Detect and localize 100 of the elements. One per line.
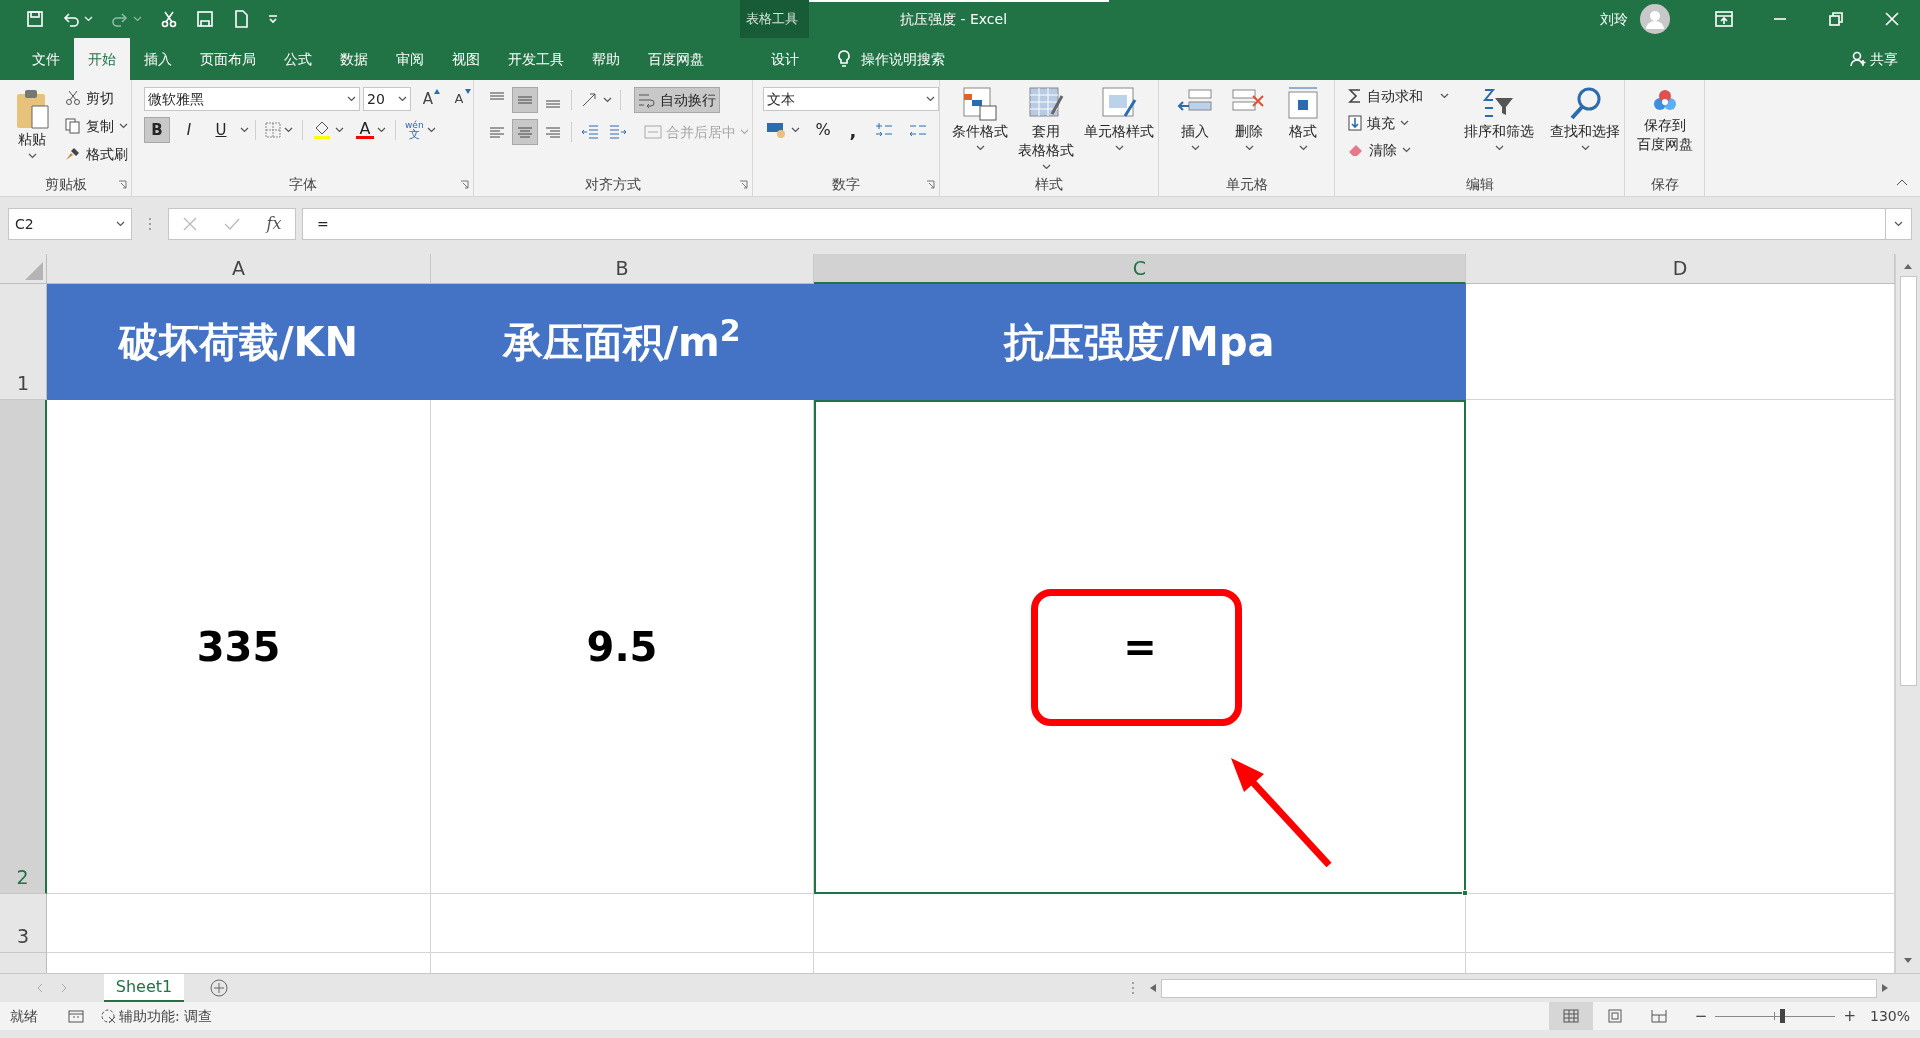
wrap-icon (638, 92, 656, 108)
borders-icon (265, 122, 281, 138)
caret-icon (1041, 164, 1051, 170)
clear-button[interactable]: 清除 (1345, 138, 1452, 162)
format-as-table-button[interactable]: 套用 表格格式 (1014, 80, 1078, 171)
ribbon-tab[interactable]: 开发工具 (494, 38, 578, 80)
ribbon-tab[interactable]: 文件 (18, 38, 74, 80)
user-name: 刘玲 (1600, 9, 1628, 29)
ribbon-tab[interactable]: 插入 (130, 38, 186, 80)
close-icon (1885, 12, 1899, 26)
copy-icon (65, 118, 81, 134)
autosum-button[interactable]: 自动求和 (1345, 84, 1452, 108)
row-header[interactable]: 2 (0, 400, 47, 894)
avatar-icon[interactable] (1640, 4, 1670, 34)
ribbon-tab[interactable]: 数据 (326, 38, 382, 80)
align-lines-icon (490, 126, 504, 138)
format-painter-button[interactable]: 格式刷 (62, 142, 131, 166)
ribbon-tab[interactable]: 审阅 (382, 38, 438, 80)
caret-icon (119, 123, 128, 129)
ribbon-tab[interactable]: 公式 (270, 38, 326, 80)
cut-button[interactable]: 剪切 (62, 86, 131, 110)
scroll-down-icon (1903, 957, 1913, 965)
ribbon-tab[interactable]: 开始 (74, 38, 130, 80)
sort-filter-button[interactable]: 排序和筛选 (1460, 80, 1538, 171)
ribbon-tab[interactable]: 百度网盘 (634, 38, 718, 80)
dialog-launcher-icon (739, 180, 748, 189)
font-name-dropdown[interactable]: 微软雅黑 (144, 87, 360, 111)
caret-icon (1494, 145, 1504, 151)
empty-cell[interactable] (814, 894, 1466, 953)
align-lines-icon (546, 126, 560, 138)
comma-button[interactable]: , (843, 117, 863, 143)
conditional-format-button[interactable]: 条件格式 (948, 80, 1012, 171)
group-label: 单元格 (1225, 174, 1268, 194)
vertical-align-button[interactable] (512, 87, 538, 113)
horizontal-align-button[interactable] (512, 119, 538, 145)
normal-view-icon (1562, 1009, 1579, 1023)
horizontal-scrollbar-thumb[interactable] (1161, 978, 1877, 998)
caret-icon (1440, 93, 1449, 99)
page-layout-icon (1606, 1009, 1623, 1023)
underline-button[interactable]: U (208, 117, 234, 143)
column-header[interactable]: D (1466, 254, 1895, 284)
ribbon-tab[interactable]: 页面布局 (186, 38, 270, 80)
header-cell-text: 破坏荷载/KN (118, 317, 359, 367)
zoom-out-button[interactable]: − (1694, 1004, 1708, 1028)
scroll-up-icon (1903, 262, 1913, 270)
collapse-ribbon-icon (1896, 178, 1908, 186)
row-header[interactable] (0, 953, 47, 973)
font-color-button[interactable]: A (353, 117, 389, 143)
find-select-button[interactable]: 查找和选择 (1546, 80, 1624, 171)
zoom-in-button[interactable]: + (1843, 1004, 1856, 1028)
empty-cell[interactable] (431, 894, 814, 953)
group-label: 样式 (1035, 174, 1063, 194)
ribbon-tab[interactable]: 帮助 (578, 38, 634, 80)
checkmark-icon (223, 217, 240, 231)
insert-cells-button[interactable]: 插入 (1173, 80, 1217, 171)
paste-button[interactable]: 粘贴 (10, 82, 54, 171)
share-person-icon (1850, 51, 1866, 67)
tell-me-search[interactable]: 操作说明搜索 (861, 48, 945, 70)
header-cell-text: 承压面积/m$^{2}$ (503, 311, 741, 367)
decrease-font-size-button[interactable]: A (445, 87, 473, 111)
vertical-scrollbar-thumb[interactable] (1899, 276, 1917, 686)
formula-input[interactable]: = (302, 208, 1886, 240)
caret-icon (1580, 145, 1590, 151)
save-to-cloud-button[interactable]: 保存到 百度网盘 (1632, 80, 1697, 171)
phonetic-guide-button[interactable]: wén 文 (402, 117, 439, 143)
number-format-dropdown[interactable]: 文本 (763, 87, 939, 111)
row-header[interactable]: 1 (0, 284, 47, 400)
caret-icon (603, 97, 612, 103)
caret-icon (791, 127, 800, 133)
bold-button[interactable]: B (144, 117, 170, 143)
delete-cells-button[interactable]: 删除 (1227, 80, 1271, 171)
insert-function-button[interactable]: fx (266, 212, 282, 236)
caret-icon (240, 127, 249, 133)
caret-icon (398, 96, 407, 102)
add-sheet-icon (209, 978, 229, 998)
increase-font-size-button[interactable]: A (414, 87, 442, 111)
share-button[interactable]: 共享 (1870, 48, 1898, 70)
cell-styles-button[interactable]: 单元格样式 (1080, 80, 1158, 171)
triangle-down-icon (465, 89, 471, 94)
column-header[interactable]: C (814, 254, 1466, 284)
fill-button[interactable]: 填充 (1345, 111, 1452, 135)
format-cells-button[interactable]: 格式 (1281, 80, 1325, 171)
row-header[interactable]: 3 (0, 894, 47, 953)
macro-record-icon (68, 1009, 84, 1023)
sheet-tab[interactable]: Sheet1 (104, 974, 184, 1002)
accessibility-status-button[interactable]: 辅助功能: 调查 (100, 1005, 213, 1027)
name-box[interactable]: C2 (8, 208, 132, 240)
wrap-text-button[interactable]: 自动换行 (634, 87, 720, 113)
next-sheet-icon (61, 983, 67, 993)
zoom-slider-thumb[interactable] (1779, 1009, 1785, 1023)
zoom-percentage[interactable]: 130% (1869, 1005, 1910, 1027)
ribbon-tab[interactable]: 设计 (753, 38, 817, 80)
previous-sheet-icon (37, 983, 43, 993)
copy-button[interactable]: 复制 (62, 114, 131, 138)
ribbon-tab[interactable]: 视图 (438, 38, 494, 80)
font-size-dropdown[interactable]: 20 (363, 87, 411, 111)
percent-button[interactable]: % (811, 117, 835, 143)
zoom-slider[interactable] (1715, 1009, 1836, 1023)
italic-button[interactable]: I (176, 117, 202, 143)
normal-view-button[interactable] (1548, 1002, 1593, 1030)
